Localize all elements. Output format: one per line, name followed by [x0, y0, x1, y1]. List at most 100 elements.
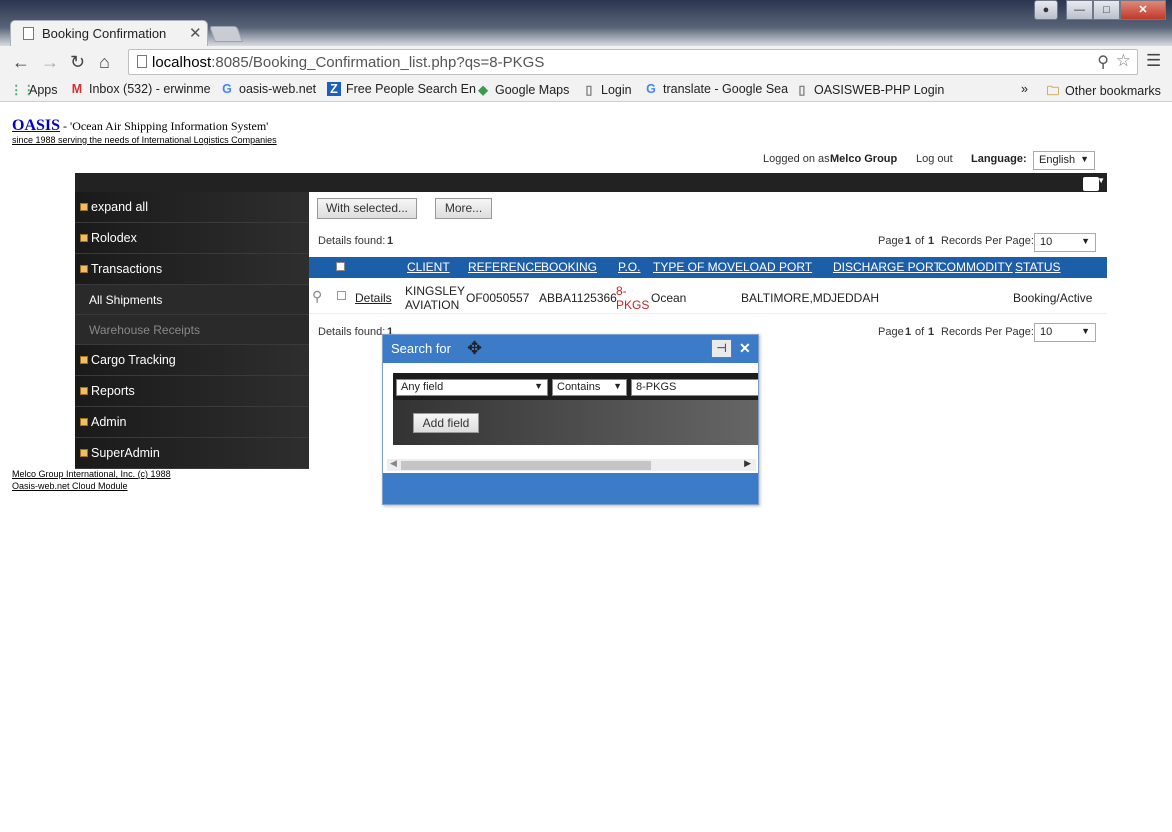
dialog-footer — [383, 473, 758, 504]
dropdown-arrow-icon: ▼ — [1081, 236, 1090, 246]
horizontal-scrollbar[interactable]: ◀ ▶ — [387, 458, 756, 471]
minimize-button[interactable]: — — [1066, 0, 1093, 20]
details-link[interactable]: Details — [355, 291, 392, 305]
back-icon[interactable]: ← — [12, 52, 30, 73]
dialog-header[interactable]: Search for ✥ ⊣ ✕ — [383, 335, 758, 363]
user-name: Melco Group — [830, 153, 898, 165]
reload-icon[interactable]: ↻ — [70, 52, 85, 73]
col-client[interactable]: CLIENT — [407, 260, 450, 274]
sidebar-item-transactions[interactable]: Transactions — [75, 254, 309, 285]
other-bookmarks[interactable]: 🗀 Other bookmarks — [1046, 82, 1161, 103]
with-selected-button[interactable]: With selected... — [317, 198, 417, 219]
page-number: 1 — [905, 235, 912, 247]
row-checkbox[interactable] — [337, 291, 346, 300]
search-value-input[interactable]: 8-PKGS — [631, 379, 758, 396]
records-per-page-select-bottom[interactable]: 10 ▼ — [1034, 323, 1096, 342]
add-field-button[interactable]: Add field — [413, 413, 479, 433]
close-window-button[interactable]: ✕ — [1120, 0, 1166, 20]
tagline: - 'Ocean Air Shipping Information System… — [60, 119, 269, 133]
bookmark-apps[interactable]: ⋮⋮Apps — [10, 82, 58, 97]
bookmark-translate[interactable]: Gtranslate - Google Sea — [644, 82, 788, 96]
table-row: ⚲ Details KINGSLEY AVIATION OF0050557 AB… — [309, 278, 1107, 314]
print-dropdown-icon[interactable]: ▼ — [1097, 176, 1105, 185]
col-po[interactable]: P.O. — [618, 260, 640, 274]
expand-icon — [80, 449, 88, 457]
page-of-bottom: of — [915, 326, 925, 338]
details-found-label: Details found: — [318, 235, 386, 247]
sidebar-item-superadmin[interactable]: SuperAdmin — [75, 438, 309, 469]
scrollbar-thumb[interactable] — [401, 461, 651, 470]
operator-select[interactable]: Contains ▼ — [552, 379, 627, 396]
move-cursor-icon[interactable]: ✥ — [467, 338, 482, 359]
col-status[interactable]: STATUS — [1015, 260, 1061, 274]
url-text[interactable]: localhost:8085/Booking_Confirmation_list… — [152, 54, 544, 71]
z-icon: Z — [327, 82, 341, 96]
zoom-icon[interactable]: ⚲ — [1097, 52, 1109, 72]
close-icon[interactable]: ✕ — [739, 340, 751, 357]
cell-client-line2: AVIATION — [405, 298, 460, 312]
sidebar-item-cargo-tracking[interactable]: Cargo Tracking — [75, 345, 309, 376]
cell-type-of-move: Ocean — [651, 291, 687, 305]
google-icon: G — [646, 82, 656, 96]
chrome-menu-icon[interactable]: ☰ — [1146, 51, 1161, 71]
col-commodity[interactable]: COMMODITY — [938, 260, 1013, 274]
magnifier-icon[interactable]: ⚲ — [312, 288, 322, 305]
browser-titlebar: Booking Confirmation ✕ ● — □ ✕ — [0, 0, 1172, 46]
sidebar-item-admin[interactable]: Admin — [75, 407, 309, 438]
col-type-of-move[interactable]: TYPE OF MOVE — [653, 260, 743, 274]
footer-cloud-module[interactable]: Oasis-web.net Cloud Module — [12, 481, 128, 491]
bookmark-google-maps[interactable]: ◆ Google Maps — [476, 82, 569, 97]
sidebar-item-all-shipments[interactable]: All Shipments — [75, 285, 309, 315]
user-icon[interactable]: ● — [1034, 0, 1058, 20]
home-icon[interactable]: ⌂ — [99, 52, 110, 73]
maximize-button[interactable]: □ — [1093, 0, 1120, 20]
dropdown-arrow-icon: ▼ — [1081, 326, 1090, 336]
language-select[interactable]: English ▼ — [1033, 151, 1095, 170]
cell-client-line1: KINGSLEY — [405, 284, 466, 298]
col-reference[interactable]: REFERENCE — [468, 260, 542, 274]
bookmarks-overflow-icon[interactable]: » — [1021, 82, 1028, 96]
details-found-label-bottom: Details found: — [318, 326, 386, 338]
browser-tab[interactable]: Booking Confirmation ✕ — [10, 20, 208, 46]
bookmark-people-search[interactable]: Z Free People Search En — [327, 82, 476, 96]
page-icon: ▯ — [585, 83, 593, 97]
oasis-logo-link[interactable]: OASIS — [12, 117, 60, 134]
tab-close-icon[interactable]: ✕ — [189, 24, 202, 42]
logout-link[interactable]: Log out — [916, 153, 953, 165]
sidebar-item-reports[interactable]: Reports — [75, 376, 309, 407]
records-per-page-select[interactable]: 10 ▼ — [1034, 233, 1096, 252]
dialog-title: Search for — [391, 341, 451, 356]
cell-po-line1: 8- — [616, 284, 627, 298]
sidebar-item-rolodex[interactable]: Rolodex — [75, 223, 309, 254]
bookmark-login[interactable]: ▯ Login — [582, 82, 632, 97]
bookmark-star-icon[interactable]: ☆ — [1116, 51, 1131, 71]
browser-toolbar: ← → ↻ ⌂ localhost:8085/Booking_Confirmat… — [0, 46, 1172, 78]
cell-load-port: BALTIMORE,MD — [741, 291, 832, 305]
select-all-checkbox[interactable] — [336, 262, 345, 271]
col-booking[interactable]: BOOKING — [541, 260, 597, 274]
col-load-port[interactable]: LOAD PORT — [743, 260, 812, 274]
col-discharge-port[interactable]: DISCHARGE PORT — [833, 260, 941, 274]
more-button[interactable]: More... — [435, 198, 492, 219]
sidebar-item-warehouse-receipts[interactable]: Warehouse Receipts — [75, 315, 309, 345]
tab-title: Booking Confirmation — [42, 26, 167, 41]
logo-subtitle[interactable]: since 1988 serving the needs of Internat… — [12, 135, 277, 145]
footer-copyright[interactable]: Melco Group International, Inc. (c) 1988 — [12, 469, 171, 479]
new-tab-button[interactable] — [209, 26, 243, 42]
address-bar[interactable]: localhost:8085/Booking_Confirmation_list… — [128, 49, 1138, 75]
gmail-icon: M — [71, 82, 83, 96]
bookmarks-bar: ⋮⋮Apps M Inbox (532) - erwinme Goasis-web… — [0, 78, 1172, 102]
cell-reference: OF0050557 — [466, 291, 530, 305]
scroll-right-icon[interactable]: ▶ — [744, 458, 751, 469]
sidebar-item-expand-all[interactable]: expand all — [75, 192, 309, 223]
bookmark-oasis-web[interactable]: Goasis-web.net — [220, 82, 316, 96]
pin-icon[interactable]: ⊣ — [711, 339, 732, 358]
window-controls: ● — □ ✕ — [1034, 0, 1166, 20]
bookmark-inbox[interactable]: M Inbox (532) - erwinme — [70, 82, 211, 96]
page-label: Page — [878, 235, 904, 247]
bookmark-oasisweb-login[interactable]: ▯ OASISWEB-PHP Login — [795, 82, 945, 97]
scroll-left-icon[interactable]: ◀ — [390, 458, 397, 469]
forward-icon[interactable]: → — [41, 52, 59, 73]
page-icon: ▯ — [798, 83, 806, 97]
field-select[interactable]: Any field ▼ — [396, 379, 548, 396]
